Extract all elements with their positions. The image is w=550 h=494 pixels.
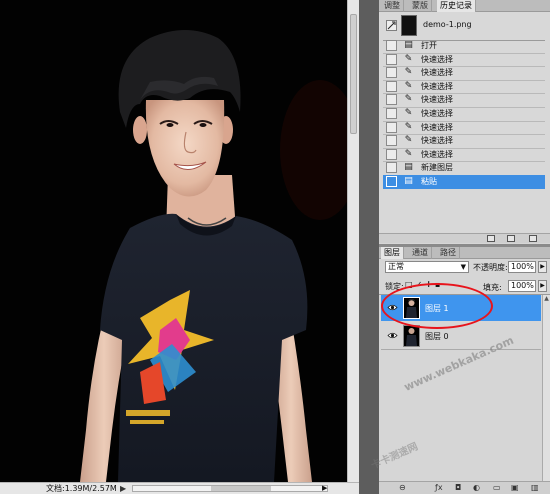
history-item-label: 快速选择 (421, 136, 453, 146)
chevron-down-icon: ▼ (460, 263, 466, 271)
history-item[interactable]: ✎ 快速选择 (383, 93, 545, 107)
history-source-checkbox[interactable] (386, 162, 397, 174)
document-icon: ▤ (404, 162, 413, 173)
history-item[interactable]: ✎ 快速选择 (383, 53, 545, 67)
quick-selection-icon: ✎ (404, 94, 413, 105)
history-item[interactable]: ✎ 快速选择 (383, 66, 545, 80)
history-source-checkbox[interactable] (386, 135, 397, 147)
quick-selection-icon: ✎ (404, 121, 413, 132)
history-item-label: 快速选择 (421, 81, 453, 91)
photo-person-image (0, 0, 347, 482)
fill-slider-arrow-icon[interactable]: ▶ (538, 280, 547, 292)
history-source-checkbox[interactable] (386, 176, 397, 187)
history-item-label: 打开 (421, 41, 437, 50)
history-panel: demo-1.png ▤ 打开 ✎ 快速选择 ✎ 快速选择 ✎ 快速选择 ✎ 快… (379, 12, 550, 243)
document-icon: ▤ (404, 40, 413, 50)
tab-layers[interactable]: 图层 (381, 247, 404, 259)
history-source-checkbox[interactable] (386, 121, 397, 133)
blend-mode-select[interactable]: 正常 ▼ (385, 261, 469, 273)
layer-name[interactable]: 图层 0 (425, 331, 449, 342)
new-layer-icon[interactable]: ▣ (511, 483, 519, 492)
history-source-checkbox[interactable] (386, 40, 397, 51)
status-menu-arrow-icon[interactable]: ▶ (120, 483, 126, 494)
opacity-input[interactable]: 100% (508, 261, 536, 273)
history-item-label: 快速选择 (421, 149, 453, 159)
trash-icon[interactable]: ▥ (531, 483, 539, 492)
opacity-slider-arrow-icon[interactable]: ▶ (538, 261, 547, 273)
canvas-vertical-scrollbar[interactable] (347, 0, 359, 482)
document-canvas[interactable] (0, 0, 347, 482)
history-source-checkbox[interactable] (386, 67, 397, 79)
snapshot-source-icon[interactable] (386, 20, 397, 31)
layers-tabbar: 图层 通道 路径 (379, 247, 550, 259)
blend-mode-value: 正常 (388, 262, 404, 271)
quick-selection-icon: ✎ (404, 67, 413, 78)
quick-selection-icon: ✎ (404, 53, 413, 64)
layer-thumbnail (403, 325, 420, 347)
new-document-from-state-icon[interactable] (487, 235, 495, 242)
history-source-checkbox[interactable] (386, 148, 397, 160)
tab-adjustments[interactable]: 调整 (381, 0, 404, 12)
quick-selection-icon: ✎ (404, 108, 413, 118)
eye-visibility-icon[interactable] (387, 330, 398, 341)
history-item[interactable]: ✎ 快速选择 (383, 121, 545, 135)
layers-footer: ⊖ ƒx ◘ ◐ ▭ ▣ ▥ (379, 481, 550, 494)
layer-style-fx-icon[interactable]: ƒx (435, 483, 443, 492)
adjustment-layer-icon[interactable]: ◐ (473, 483, 480, 492)
layer-row[interactable]: 图层 0 (381, 323, 541, 350)
history-source-checkbox[interactable] (386, 80, 397, 92)
opacity-label: 不透明度: (473, 263, 508, 272)
quick-selection-icon: ✎ (404, 80, 413, 91)
history-item[interactable]: ✎ 快速选择 (383, 134, 545, 148)
scroll-right-icon[interactable]: ▶ (322, 483, 327, 494)
tab-history[interactable]: 历史记录 (437, 0, 476, 12)
history-item-label: 快速选择 (421, 109, 453, 118)
quick-selection-icon: ✎ (404, 148, 413, 159)
layers-scrollbar[interactable]: ▲ (542, 295, 550, 481)
history-item[interactable]: ▤ 打开 (383, 39, 545, 53)
history-item[interactable]: ▤ 新建图层 (383, 161, 545, 175)
history-item-label: 粘贴 (421, 177, 437, 186)
history-item-label: 快速选择 (421, 54, 453, 64)
history-source-checkbox[interactable] (386, 94, 397, 106)
history-item[interactable]: ✎ 快速选择 (383, 80, 545, 94)
document-icon: ▤ (404, 176, 413, 186)
tab-masks[interactable]: 蒙版 (409, 0, 432, 12)
tab-paths[interactable]: 路径 (437, 247, 460, 259)
history-source-checkbox[interactable] (386, 108, 397, 119)
history-item[interactable]: ✎ 快速选择 (383, 107, 545, 121)
snapshot-name: demo-1.png (423, 20, 472, 29)
history-tabbar: 调整 蒙版 历史记录 (379, 0, 550, 12)
divider (381, 349, 541, 350)
link-layers-icon[interactable]: ⊖ (399, 483, 406, 492)
quick-selection-icon: ✎ (404, 135, 413, 146)
history-item[interactable]: ✎ 快速选择 (383, 148, 545, 162)
history-snapshot[interactable]: demo-1.png (383, 14, 545, 38)
workspace-gap (359, 0, 379, 494)
tab-channels[interactable]: 通道 (409, 247, 432, 259)
fill-label: 填充: (483, 283, 502, 292)
snapshot-thumbnail (401, 15, 417, 36)
delete-state-icon[interactable] (529, 235, 537, 242)
fill-input[interactable]: 100% (508, 280, 536, 292)
create-snapshot-icon[interactable] (507, 235, 515, 242)
add-mask-icon[interactable]: ◘ (455, 483, 461, 492)
history-item-label: 快速选择 (421, 122, 453, 132)
new-group-icon[interactable]: ▭ (493, 483, 501, 492)
history-footer (379, 233, 550, 243)
annotation-ellipse (381, 283, 493, 329)
history-item-label: 新建图层 (421, 163, 453, 173)
scroll-thumb[interactable] (350, 14, 357, 134)
history-item-selected[interactable]: ▤ 粘贴 (383, 175, 545, 189)
panels-dock: 调整 蒙版 历史记录 demo-1.png ▤ 打开 ✎ 快速选择 ✎ 快速选择 (379, 0, 550, 494)
status-bar: 文档:1.39M/2.57M ▶ ▶ (0, 482, 359, 494)
document-info[interactable]: 文档:1.39M/2.57M (46, 483, 117, 494)
history-source-checkbox[interactable] (386, 53, 397, 65)
canvas-horizontal-scrollbar[interactable] (132, 485, 328, 492)
history-item-label: 快速选择 (421, 68, 453, 78)
scroll-thumb[interactable] (211, 486, 271, 491)
history-item-label: 快速选择 (421, 95, 453, 105)
